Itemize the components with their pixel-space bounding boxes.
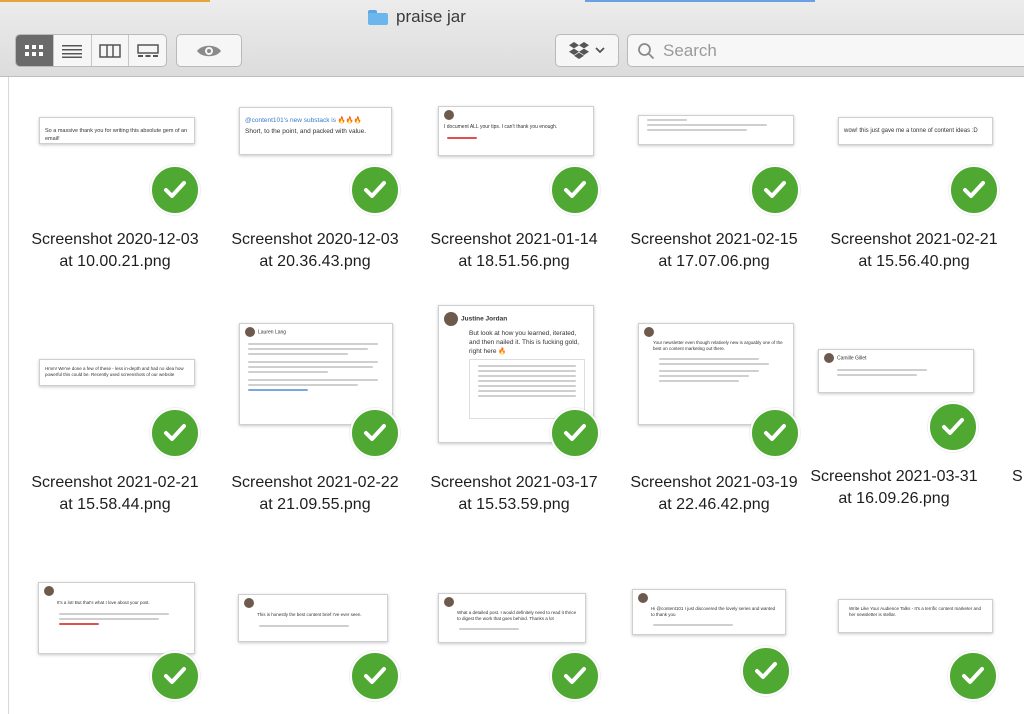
- thumbnail-text: I document ALL your tips. I can't thank …: [444, 124, 558, 130]
- file-thumbnail: wow! this just gave me a tonne of conten…: [838, 117, 993, 145]
- window-title: praise jar: [368, 6, 466, 28]
- thumbnail-header: [633, 590, 785, 606]
- checkmark-tag-icon: [741, 646, 791, 696]
- thumbnail-text: This is honestly the best content brief …: [257, 612, 362, 617]
- checkmark-tag-icon: [550, 651, 600, 701]
- column-view-button[interactable]: [92, 35, 130, 66]
- checkmark-tag-icon: [350, 408, 400, 458]
- file-thumbnail: Camille Gillet: [818, 349, 974, 393]
- checkmark-tag-icon: [150, 408, 200, 458]
- icon-view-button[interactable]: [16, 35, 54, 66]
- file-thumbnail: This is honestly the best content brief …: [238, 594, 388, 642]
- thumbnail-header: Justine Jordan: [439, 306, 593, 329]
- thumbnail-header: Lauren Lang: [240, 324, 392, 340]
- file-name: Screenshot 2020-12-03 at 20.36.43.png: [231, 231, 399, 270]
- quick-look-button[interactable]: [176, 34, 242, 67]
- file-name: Screenshot 2021-03-17 at 15.53.59.png: [430, 474, 598, 513]
- search-input[interactable]: [661, 39, 965, 62]
- checkmark-tag-icon: [750, 408, 800, 458]
- list-view-icon: [62, 44, 83, 58]
- thumbnail-text: Hmm! We've done a few of these - less in…: [45, 366, 184, 377]
- file-name: Screenshot 2021-02-21 at 15.56.40.png: [830, 231, 998, 270]
- view-mode-segmented-control[interactable]: [15, 34, 167, 67]
- checkmark-tag-icon: [948, 651, 998, 701]
- thumbnail-header: [639, 324, 793, 340]
- file-name: Screenshot 2021-03-19 at 22.46.42.png: [630, 474, 798, 513]
- column-view-icon: [99, 43, 121, 58]
- list-view-button[interactable]: [54, 35, 92, 66]
- file-thumbnail: I document ALL your tips. I can't thank …: [438, 106, 594, 156]
- checkmark-tag-icon: [949, 165, 999, 215]
- file-name: Screenshot 2021-02-22 at 21.09.55.png: [231, 474, 399, 513]
- search-field[interactable]: [627, 34, 1024, 67]
- checkmark-tag-icon: [550, 165, 600, 215]
- file-name: Screenshot 2021-01-14 at 18.51.56.png: [430, 231, 598, 270]
- checkmark-tag-icon: [150, 651, 200, 701]
- file-thumbnail: Hi @content101 I just discovered the lov…: [632, 589, 786, 635]
- file-name: Screenshot 2021-03-31 at 16.09.26.png: [810, 468, 978, 507]
- top-accent-right: [585, 0, 815, 2]
- thumbnail-text: What a detailed post. I would definitely…: [457, 610, 577, 621]
- file-thumbnail: @content101's new substack is 🔥🔥🔥 Short,…: [239, 107, 392, 155]
- top-accent-left: [0, 0, 210, 2]
- finder-toolbar: praise jar: [0, 0, 1024, 77]
- thumbnail-text: Short, to the point, and packed with val…: [245, 128, 367, 135]
- thumbnail-text: @content101's new substack is 🔥🔥🔥: [245, 117, 363, 124]
- file-name-partial: S: [1012, 468, 1023, 485]
- eye-icon: [197, 45, 221, 56]
- thumbnail-header: [239, 595, 387, 611]
- file-thumbnail: What a detailed post. I would definitely…: [438, 593, 586, 643]
- thumbnail-text: It's a lot! But that's what I love about…: [57, 600, 150, 605]
- file-thumbnail: Hmm! We've done a few of these - less in…: [39, 359, 195, 386]
- dropbox-menu-button[interactable]: [555, 34, 619, 67]
- icon-view-icon: [25, 44, 44, 56]
- thumbnail-text: But look at how you learned, iterated, a…: [469, 330, 580, 355]
- window-title-text: praise jar: [396, 7, 466, 26]
- file-thumbnail: It's a lot! But that's what I love about…: [38, 582, 195, 654]
- checkmark-tag-icon: [928, 402, 978, 452]
- search-icon: [638, 42, 655, 59]
- gallery-view-icon: [136, 43, 159, 57]
- thumbnail-header: [439, 594, 585, 610]
- checkmark-tag-icon: [750, 165, 800, 215]
- dropbox-icon: [569, 41, 589, 59]
- file-thumbnail: [638, 115, 794, 145]
- thumbnail-text: So a massive thank you for writing this …: [45, 128, 188, 142]
- thumbnail-header: Camille Gillet: [819, 350, 973, 366]
- checkmark-tag-icon: [350, 651, 400, 701]
- thumbnail-text: Write Like Your Audience Talks - It's a …: [849, 606, 982, 617]
- grid-left-edge: [8, 77, 9, 714]
- file-name: Screenshot 2021-02-21 at 15.58.44.png: [31, 474, 199, 513]
- folder-icon: [368, 9, 388, 25]
- file-name: Screenshot 2020-12-03 at 10.00.21.png: [31, 231, 199, 270]
- checkmark-tag-icon: [550, 408, 600, 458]
- thumbnail-text: Your newsletter even though relatively n…: [653, 340, 783, 351]
- checkmark-tag-icon: [150, 165, 200, 215]
- gallery-view-button[interactable]: [129, 35, 166, 66]
- file-thumbnail: So a massive thank you for writing this …: [39, 117, 195, 144]
- checkmark-tag-icon: [350, 165, 400, 215]
- thumbnail-header: [39, 583, 194, 599]
- chevron-down-icon: [595, 47, 605, 54]
- thumbnail-header: [439, 107, 593, 123]
- thumbnail-text: wow! this just gave me a tonne of conten…: [844, 128, 978, 134]
- file-name: Screenshot 2021-02-15 at 17.07.06.png: [630, 231, 798, 270]
- file-thumbnail: Write Like Your Audience Talks - It's a …: [838, 599, 993, 633]
- thumbnail-text: Hi @content101 I just discovered the lov…: [651, 606, 776, 617]
